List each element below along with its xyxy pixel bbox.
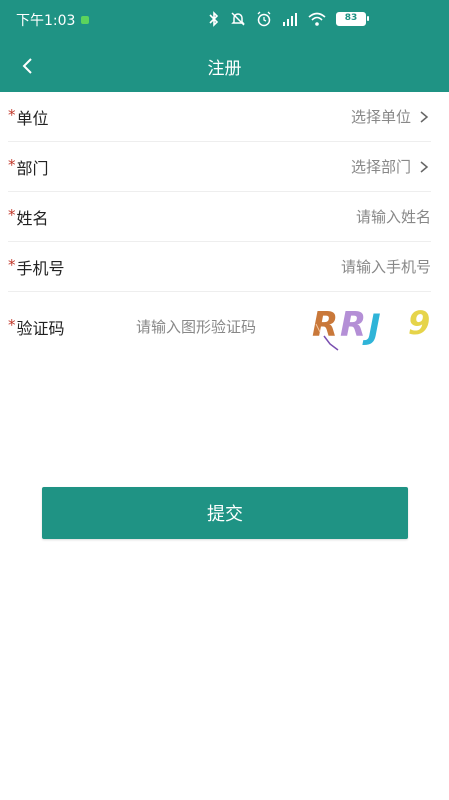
submit-button[interactable]: 提交 [42, 487, 408, 539]
department-select-value: 选择部门 [350, 158, 411, 176]
name-input[interactable] [231, 207, 431, 226]
unit-row[interactable]: * 单位 选择单位 [8, 92, 431, 142]
required-mark: * [8, 105, 16, 124]
name-label: 姓名 [16, 208, 49, 228]
registration-form: * 单位 选择单位 * 部门 选择部门 * 姓名 * 手机号 * 验证码 R [0, 92, 449, 362]
captcha-label: 验证码 [16, 319, 65, 338]
captcha-input[interactable] [136, 318, 296, 336]
name-row: * 姓名 [8, 192, 431, 242]
required-mark: * [8, 205, 16, 224]
phone-row: * 手机号 [8, 242, 431, 292]
department-row[interactable]: * 部门 选择部门 [8, 142, 431, 192]
signal-icon [283, 13, 297, 26]
unit-select-value: 选择单位 [350, 108, 411, 126]
page-title: 注册 [207, 58, 242, 79]
required-mark: * [8, 155, 16, 174]
alarm-icon [257, 11, 271, 27]
department-label: 部门 [16, 158, 49, 178]
nav-bar: 注册 [0, 40, 449, 92]
chevron-right-icon [420, 160, 429, 173]
status-icons: 83 [208, 11, 369, 27]
captcha-image[interactable]: R R J 9 [308, 302, 439, 354]
required-mark: * [8, 316, 16, 334]
phone-label: 手机号 [16, 258, 65, 278]
svg-text:R: R [312, 305, 338, 345]
chevron-right-icon [420, 110, 429, 123]
back-arrow-icon[interactable] [16, 54, 40, 78]
wifi-icon [308, 12, 326, 26]
required-mark: * [8, 255, 16, 274]
battery-icon: 83 [336, 12, 369, 26]
unit-label: 单位 [16, 108, 49, 128]
unit-select[interactable]: 选择单位 [351, 106, 431, 127]
phone-input[interactable] [231, 257, 431, 276]
department-select[interactable]: 选择部门 [351, 156, 431, 177]
notification-icon [81, 16, 90, 24]
bluetooth-icon [209, 11, 219, 27]
silent-bell-icon [231, 12, 245, 26]
svg-text:9: 9 [408, 304, 430, 342]
status-bar: 下午1:03 83 [0, 0, 449, 40]
status-time: 下午1:03 [16, 13, 76, 29]
captcha-row: * 验证码 R R J 9 [8, 292, 431, 362]
svg-text:R: R [340, 305, 366, 345]
